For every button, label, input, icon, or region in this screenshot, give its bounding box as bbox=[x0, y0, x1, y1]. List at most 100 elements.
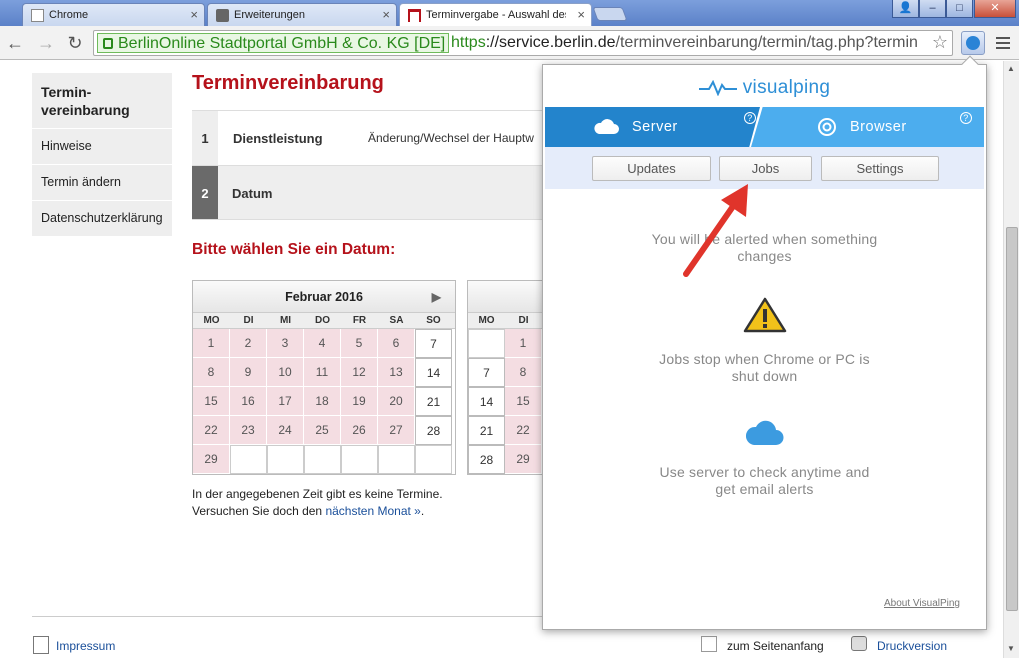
user-button[interactable]: 👤 bbox=[892, 0, 919, 18]
calendar-day[interactable]: 22 bbox=[505, 416, 542, 445]
hint-suffix: . bbox=[420, 504, 425, 518]
tab-server[interactable]: Server ? bbox=[545, 107, 760, 147]
minimize-button[interactable]: – bbox=[919, 0, 946, 18]
next-month-link[interactable]: nächsten Monat » bbox=[325, 504, 420, 518]
url-scheme: https bbox=[451, 34, 486, 51]
calendar-day[interactable]: 28 bbox=[468, 445, 505, 474]
page-icon bbox=[31, 9, 44, 22]
day-grid: 1 7 8 14 15 21 22 28 29 bbox=[468, 329, 546, 474]
calendar-day[interactable]: 17 bbox=[267, 387, 304, 416]
calendar-day[interactable]: 6 bbox=[378, 329, 415, 358]
reload-button[interactable]: ↻ bbox=[64, 32, 86, 54]
calendar-day[interactable]: 24 bbox=[267, 416, 304, 445]
calendar-day[interactable]: 15 bbox=[505, 387, 542, 416]
scrollbar[interactable]: ▲ ▼ bbox=[1003, 61, 1019, 658]
calendar-day[interactable]: 23 bbox=[230, 416, 267, 445]
close-tab-icon[interactable]: × bbox=[382, 7, 390, 22]
chrome-menu-icon[interactable] bbox=[994, 34, 1012, 52]
weekday-label: DO bbox=[315, 315, 330, 326]
tab-chrome[interactable]: Chrome × bbox=[22, 3, 205, 26]
calendar-day[interactable]: 26 bbox=[341, 416, 378, 445]
top-of-page-link[interactable]: zum Seitenanfang bbox=[727, 638, 824, 654]
close-tab-icon[interactable]: × bbox=[190, 7, 198, 22]
calendar-day[interactable]: 27 bbox=[378, 416, 415, 445]
sidebar-item-termin-aendern[interactable]: Termin ändern bbox=[32, 165, 172, 201]
tab-label: Terminvergabe - Auswahl des bbox=[426, 9, 566, 21]
date-heading: Bitte wählen Sie ein Datum: bbox=[192, 241, 396, 258]
calendar-day[interactable]: 14 bbox=[468, 387, 505, 416]
close-tab-icon[interactable]: × bbox=[577, 7, 585, 22]
scroll-up-icon[interactable]: ▲ bbox=[1007, 64, 1015, 73]
sidebar-item-hinweise[interactable]: Hinweise bbox=[32, 129, 172, 165]
address-bar[interactable]: BerlinOnline Stadtportal GmbH & Co. KG [… bbox=[93, 30, 953, 56]
calendar-day[interactable]: 1 bbox=[193, 329, 230, 358]
calendar-day[interactable]: 29 bbox=[505, 445, 542, 474]
calendar-day[interactable]: 22 bbox=[193, 416, 230, 445]
settings-button[interactable]: Settings bbox=[821, 156, 939, 181]
sidebar-item-terminvereinbarung[interactable]: Termin- vereinbarung bbox=[32, 73, 172, 129]
calendar-day[interactable]: 8 bbox=[193, 358, 230, 387]
help-icon[interactable]: ? bbox=[960, 112, 972, 124]
close-window-button[interactable]: ✕ bbox=[974, 0, 1016, 18]
sidebar-item-datenschutz[interactable]: Datenschutzerklärung bbox=[32, 201, 172, 237]
calendar-day[interactable]: 13 bbox=[378, 358, 415, 387]
calendar-day[interactable]: 18 bbox=[304, 387, 341, 416]
weekday-label: MO bbox=[203, 315, 220, 326]
calendar-day[interactable]: 4 bbox=[304, 329, 341, 358]
calendar-day[interactable]: 25 bbox=[304, 416, 341, 445]
maximize-button[interactable]: □ bbox=[946, 0, 973, 18]
calendar-day[interactable]: 21 bbox=[468, 416, 505, 445]
scroll-down-icon[interactable]: ▼ bbox=[1007, 644, 1015, 653]
impressum-link[interactable]: Impressum bbox=[56, 638, 115, 654]
printer-icon[interactable] bbox=[851, 636, 867, 651]
tab-terminvergabe[interactable]: Terminvergabe - Auswahl des × bbox=[399, 3, 592, 27]
browser-window: Chrome × Erweiterungen × Terminvergabe -… bbox=[0, 0, 1019, 658]
calendar-day[interactable]: 7 bbox=[468, 358, 505, 387]
hint-prefix: Versuchen Sie doch den bbox=[192, 504, 323, 518]
calendar-day[interactable]: 12 bbox=[341, 358, 378, 387]
help-icon[interactable]: ? bbox=[744, 112, 756, 124]
calendar-day[interactable]: 20 bbox=[378, 387, 415, 416]
calendar-day[interactable]: 16 bbox=[230, 387, 267, 416]
calendar-day[interactable]: 3 bbox=[267, 329, 304, 358]
warning-icon bbox=[743, 297, 787, 333]
calendar-day[interactable]: 7 bbox=[415, 329, 452, 358]
calendar-day[interactable]: 10 bbox=[267, 358, 304, 387]
calendar-day[interactable]: 11 bbox=[304, 358, 341, 387]
visualping-extension-button[interactable] bbox=[961, 31, 985, 55]
arrow-up-icon[interactable] bbox=[701, 636, 717, 652]
weekday-row: MO DI bbox=[468, 313, 546, 329]
calendar-day[interactable]: 28 bbox=[415, 416, 452, 445]
print-version-link[interactable]: Druckversion bbox=[877, 638, 947, 654]
bookmark-star-icon[interactable]: ☆ bbox=[932, 32, 948, 53]
back-button[interactable]: ← bbox=[4, 32, 26, 54]
calendar-day[interactable]: 9 bbox=[230, 358, 267, 387]
updates-button[interactable]: Updates bbox=[592, 156, 711, 181]
weekday-row: MO DI MI DO FR SA SO bbox=[193, 313, 455, 329]
scroll-thumb[interactable] bbox=[1006, 227, 1018, 611]
calendar-day[interactable]: 29 bbox=[193, 445, 230, 474]
jobs-button[interactable]: Jobs bbox=[719, 156, 812, 181]
calendar-day[interactable]: 8 bbox=[505, 358, 542, 387]
no-dates-message: In der angegebenen Zeit gibt es keine Te… bbox=[192, 486, 443, 520]
about-visualping-link[interactable]: About VisualPing bbox=[884, 598, 960, 609]
visualping-icon bbox=[966, 36, 980, 50]
calendar-day[interactable]: 19 bbox=[341, 387, 378, 416]
new-tab-button[interactable] bbox=[592, 7, 628, 21]
next-month-arrow-icon[interactable]: ▶ bbox=[432, 281, 441, 313]
footer-divider bbox=[32, 616, 542, 617]
calendar-day[interactable]: 14 bbox=[415, 358, 452, 387]
calendar-day[interactable]: 5 bbox=[341, 329, 378, 358]
ev-certificate-badge[interactable]: BerlinOnline Stadtportal GmbH & Co. KG [… bbox=[97, 33, 450, 53]
calendar-day[interactable]: 15 bbox=[193, 387, 230, 416]
tab-extensions[interactable]: Erweiterungen × bbox=[207, 3, 397, 26]
forward-button[interactable]: → bbox=[35, 32, 57, 54]
url-host: ://service.berlin.de bbox=[485, 34, 616, 51]
tab-browser[interactable]: Browser ? bbox=[751, 107, 984, 147]
puzzle-icon bbox=[216, 9, 229, 22]
berlin-gate-icon bbox=[408, 9, 421, 22]
calendar-day[interactable]: 21 bbox=[415, 387, 452, 416]
calendar-day[interactable]: 1 bbox=[505, 329, 542, 358]
calendar-day[interactable]: 2 bbox=[230, 329, 267, 358]
step-label: Datum bbox=[232, 186, 273, 201]
